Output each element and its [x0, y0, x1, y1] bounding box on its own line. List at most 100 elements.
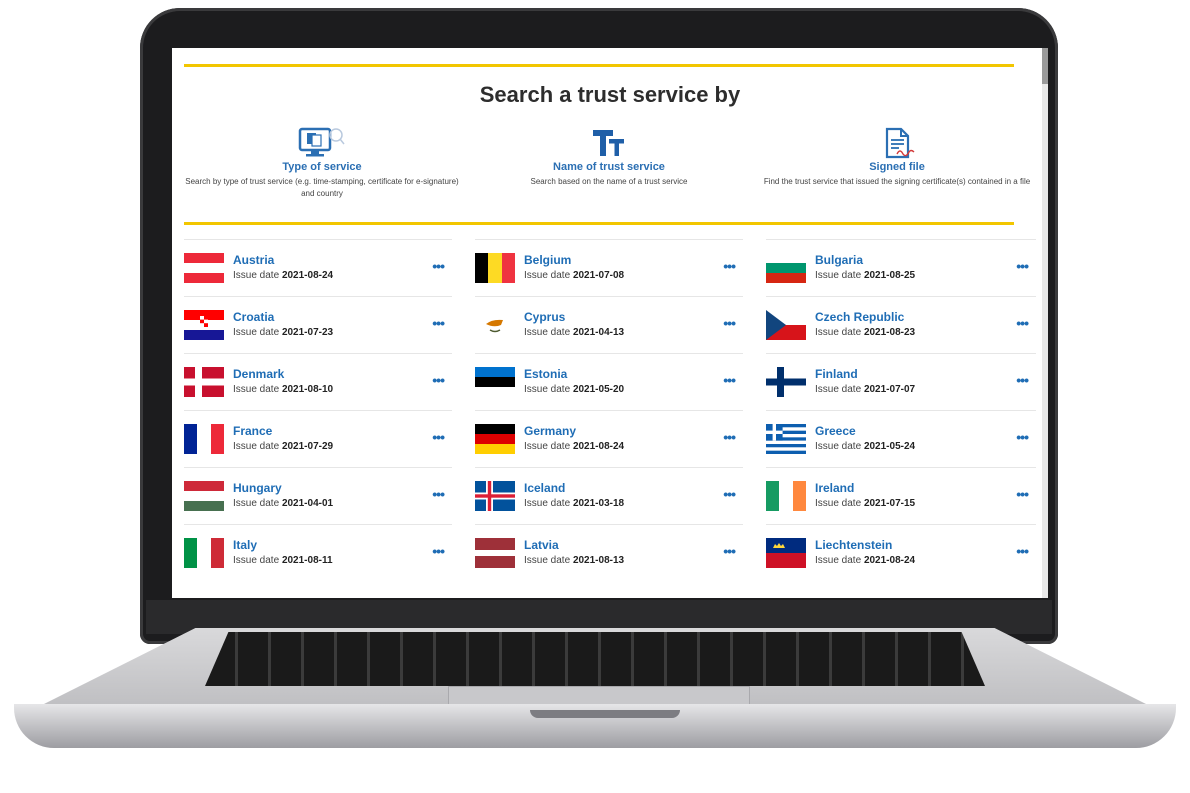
- country-meta: Belgium Issue date 2021-07-08: [524, 254, 624, 282]
- country-meta: Italy Issue date 2021-08-11: [233, 539, 333, 567]
- country-item[interactable]: Greece Issue date 2021-05-24 •••: [766, 410, 1036, 467]
- country-meta: France Issue date 2021-07-29: [233, 425, 333, 453]
- country-item[interactable]: Bulgaria Issue date 2021-08-25 •••: [766, 239, 1036, 296]
- italy-flag-icon: [184, 538, 224, 568]
- country-name-link[interactable]: Ireland: [815, 482, 915, 495]
- country-item[interactable]: Iceland Issue date 2021-03-18 •••: [475, 467, 743, 524]
- country-item[interactable]: Latvia Issue date 2021-08-13 •••: [475, 524, 743, 581]
- search-option-name-description: Search based on the name of a trust serv…: [530, 177, 688, 186]
- country-item[interactable]: Hungary Issue date 2021-04-01 •••: [184, 467, 452, 524]
- more-options-icon[interactable]: •••: [432, 316, 445, 330]
- country-name-link[interactable]: Liechtenstein: [815, 539, 915, 552]
- country-meta: Hungary Issue date 2021-04-01: [233, 482, 333, 510]
- more-options-icon[interactable]: •••: [1016, 430, 1029, 444]
- issue-date: Issue date 2021-05-20: [524, 384, 624, 395]
- country-name-link[interactable]: Czech Republic: [815, 311, 915, 324]
- country-name-link[interactable]: Austria: [233, 254, 333, 267]
- country-name-link[interactable]: Estonia: [524, 368, 624, 381]
- more-options-icon[interactable]: •••: [432, 487, 445, 501]
- croatia-flag-icon: [184, 310, 224, 340]
- laptop-keyboard: [205, 632, 985, 686]
- country-item[interactable]: Croatia Issue date 2021-07-23 •••: [184, 296, 452, 353]
- cyprus-flag-icon: [475, 310, 515, 340]
- hungary-flag-icon: [184, 481, 224, 511]
- issue-date: Issue date 2021-08-10: [233, 384, 333, 395]
- more-options-icon[interactable]: •••: [723, 259, 736, 273]
- country-name-link[interactable]: Iceland: [524, 482, 624, 495]
- country-item[interactable]: Liechtenstein Issue date 2021-08-24 •••: [766, 524, 1036, 581]
- more-options-icon[interactable]: •••: [432, 430, 445, 444]
- france-flag-icon: [184, 424, 224, 454]
- more-options-icon[interactable]: •••: [1016, 544, 1029, 558]
- issue-date: Issue date 2021-07-15: [815, 498, 915, 509]
- search-option-type-title[interactable]: Type of service: [177, 161, 467, 173]
- laptop-opening-notch: [530, 710, 680, 718]
- issue-date-value: 2021-07-15: [863, 498, 916, 509]
- search-option-name[interactable]: Name of trust service Search based on th…: [464, 126, 754, 188]
- austria-flag-icon: [184, 253, 224, 283]
- issue-date: Issue date 2021-04-01: [233, 498, 333, 509]
- search-option-name-title[interactable]: Name of trust service: [464, 161, 754, 173]
- country-item[interactable]: Italy Issue date 2021-08-11 •••: [184, 524, 452, 581]
- country-item[interactable]: Austria Issue date 2021-08-24 •••: [184, 239, 452, 296]
- issue-date: Issue date 2021-08-25: [815, 270, 915, 281]
- country-item[interactable]: Denmark Issue date 2021-08-10 •••: [184, 353, 452, 410]
- scrollbar-thumb[interactable]: [1042, 48, 1048, 84]
- issue-date-value: 2021-08-24: [281, 270, 334, 281]
- issue-date-value: 2021-03-18: [572, 498, 625, 509]
- more-options-icon[interactable]: •••: [723, 544, 736, 558]
- country-name-link[interactable]: Cyprus: [524, 311, 624, 324]
- country-meta: Finland Issue date 2021-07-07: [815, 368, 915, 396]
- issue-date-value: 2021-07-08: [572, 270, 625, 281]
- country-meta: Czech Republic Issue date 2021-08-23: [815, 311, 915, 339]
- country-name-link[interactable]: Belgium: [524, 254, 624, 267]
- country-item[interactable]: Finland Issue date 2021-07-07 •••: [766, 353, 1036, 410]
- issue-date-label: Issue date: [524, 498, 571, 509]
- issue-date: Issue date 2021-05-24: [815, 441, 915, 452]
- country-item[interactable]: Estonia Issue date 2021-05-20 •••: [475, 353, 743, 410]
- more-options-icon[interactable]: •••: [1016, 259, 1029, 273]
- search-option-file-title[interactable]: Signed file: [747, 161, 1047, 173]
- issue-date-value: 2021-08-24: [863, 555, 916, 566]
- country-name-link[interactable]: Greece: [815, 425, 915, 438]
- search-option-file[interactable]: Signed file Find the trust service that …: [747, 126, 1047, 188]
- issue-date-label: Issue date: [815, 555, 862, 566]
- issue-date: Issue date 2021-08-13: [524, 555, 624, 566]
- country-item[interactable]: Ireland Issue date 2021-07-15 •••: [766, 467, 1036, 524]
- issue-date: Issue date 2021-04-13: [524, 327, 624, 338]
- country-name-link[interactable]: Latvia: [524, 539, 624, 552]
- more-options-icon[interactable]: •••: [432, 373, 445, 387]
- more-options-icon[interactable]: •••: [1016, 316, 1029, 330]
- more-options-icon[interactable]: •••: [723, 373, 736, 387]
- more-options-icon[interactable]: •••: [723, 430, 736, 444]
- czech-flag-icon: [766, 310, 806, 340]
- text-size-icon: [464, 126, 754, 160]
- more-options-icon[interactable]: •••: [723, 487, 736, 501]
- country-name-link[interactable]: Germany: [524, 425, 624, 438]
- search-option-type[interactable]: Type of service Search by type of trust …: [177, 126, 467, 200]
- denmark-flag-icon: [184, 367, 224, 397]
- more-options-icon[interactable]: •••: [432, 259, 445, 273]
- top-divider: [184, 64, 1014, 67]
- country-name-link[interactable]: Denmark: [233, 368, 333, 381]
- country-item[interactable]: Belgium Issue date 2021-07-08 •••: [475, 239, 743, 296]
- country-name-link[interactable]: Croatia: [233, 311, 333, 324]
- country-name-link[interactable]: Bulgaria: [815, 254, 915, 267]
- issue-date-label: Issue date: [815, 270, 862, 281]
- issue-date-value: 2021-05-24: [863, 441, 916, 452]
- more-options-icon[interactable]: •••: [1016, 373, 1029, 387]
- country-name-link[interactable]: France: [233, 425, 333, 438]
- country-item[interactable]: France Issue date 2021-07-29 •••: [184, 410, 452, 467]
- more-options-icon[interactable]: •••: [723, 316, 736, 330]
- issue-date-value: 2021-08-25: [863, 270, 916, 281]
- country-item[interactable]: Germany Issue date 2021-08-24 •••: [475, 410, 743, 467]
- country-item[interactable]: Cyprus Issue date 2021-04-13 •••: [475, 296, 743, 353]
- country-name-link[interactable]: Hungary: [233, 482, 333, 495]
- more-options-icon[interactable]: •••: [432, 544, 445, 558]
- more-options-icon[interactable]: •••: [1016, 487, 1029, 501]
- country-item[interactable]: Czech Republic Issue date 2021-08-23 •••: [766, 296, 1036, 353]
- country-name-link[interactable]: Finland: [815, 368, 915, 381]
- country-name-link[interactable]: Italy: [233, 539, 333, 552]
- country-meta: Denmark Issue date 2021-08-10: [233, 368, 333, 396]
- issue-date-label: Issue date: [524, 327, 571, 338]
